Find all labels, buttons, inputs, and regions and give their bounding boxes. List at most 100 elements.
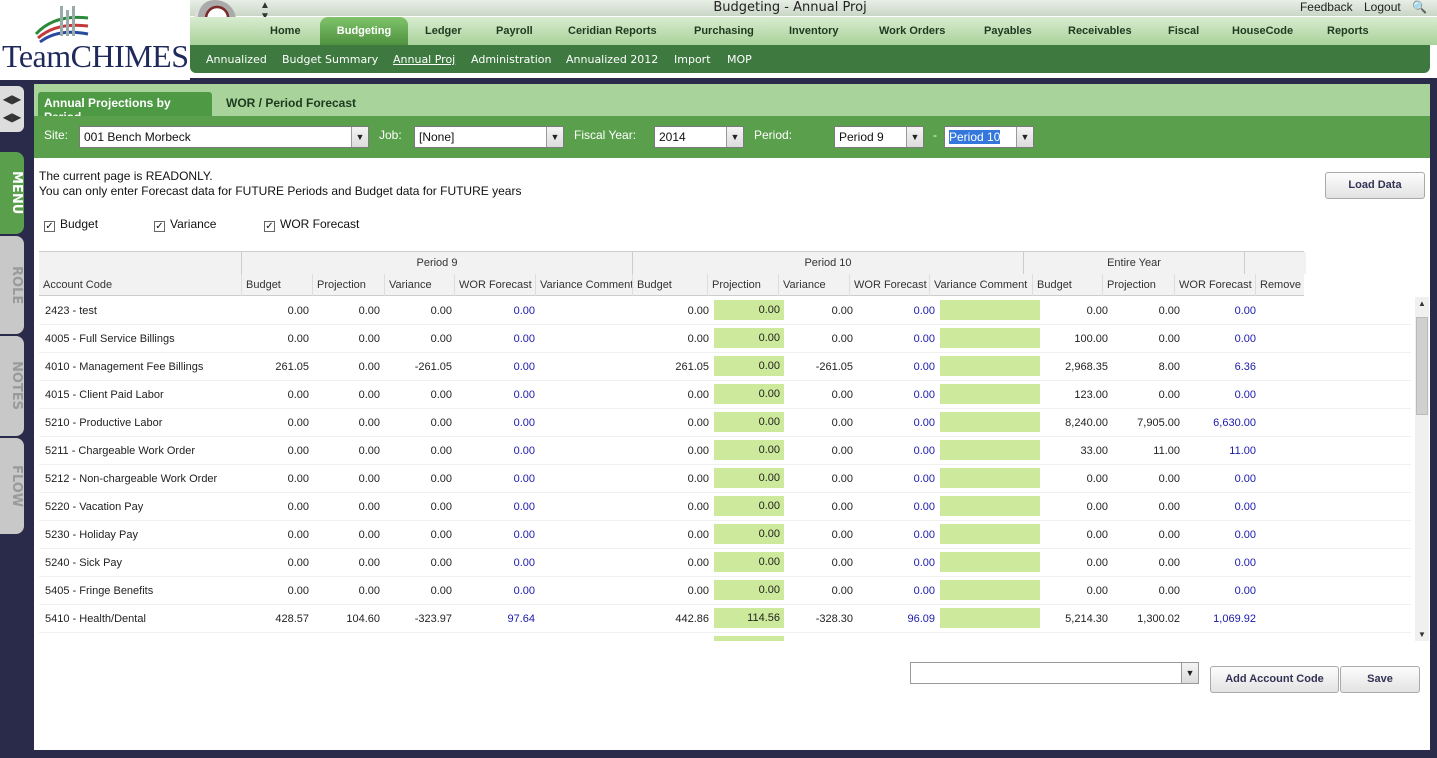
chevron-down-icon[interactable]: ▼ (546, 127, 563, 147)
variance-comment-input[interactable] (940, 524, 1040, 544)
subnav-annualized[interactable]: Annualized (206, 53, 267, 66)
search-icon[interactable]: 🔍 (1412, 0, 1427, 14)
subnav-mop[interactable]: MOP (727, 53, 752, 66)
table-row[interactable]: 4010 - Management Fee Billings 261.05 0.00… (39, 353, 1411, 381)
column-header[interactable]: Budget (1032, 274, 1102, 296)
scroll-down-icon[interactable]: ▼ (1415, 630, 1429, 639)
column-header[interactable]: Remove (1255, 274, 1305, 296)
nav-ceridian-reports[interactable]: Ceridian Reports (568, 25, 657, 37)
variance-checkbox[interactable]: ✓ Variance (154, 217, 216, 232)
projection-input[interactable]: 0.00 (714, 524, 784, 544)
column-header[interactable]: Account Code (39, 274, 241, 296)
variance-comment-input[interactable] (940, 496, 1040, 516)
side-tab-menu[interactable]: MENU (0, 152, 24, 234)
add-account-code-button[interactable]: Add Account Code (1210, 666, 1339, 693)
side-tab-flow[interactable]: FLOW (0, 438, 24, 534)
variance-comment-input[interactable] (940, 552, 1040, 572)
column-header[interactable]: Projection (1102, 274, 1174, 296)
projection-input[interactable]: 0.00 (714, 300, 784, 320)
tab-annual-projections[interactable]: Annual Projections by Period (38, 92, 212, 124)
variance-comment-input[interactable] (940, 468, 1040, 488)
nav-ledger[interactable]: Ledger (425, 25, 462, 37)
tab-wor-forecast[interactable]: WOR / Period Forecast (226, 96, 356, 110)
nav-purchasing[interactable]: Purchasing (694, 25, 754, 37)
subnav-annual-proj[interactable]: Annual Proj (393, 53, 455, 66)
load-data-button[interactable]: Load Data (1325, 172, 1425, 199)
subnav-import[interactable]: Import (674, 53, 711, 66)
column-header[interactable]: Variance Comment (929, 274, 1032, 296)
account-code-select[interactable]: ▼ (910, 662, 1199, 684)
side-tab-notes[interactable]: NOTES (0, 336, 24, 436)
scroll-up-icon[interactable]: ▲ (1415, 299, 1429, 308)
projection-input[interactable]: 0.00 (714, 328, 784, 348)
column-header[interactable]: Variance (384, 274, 454, 296)
table-row[interactable]: 5230 - Holiday Pay 0.00 0.00 0.00 0.00 0.00 0.… (39, 521, 1411, 549)
chevron-down-icon[interactable]: ▼ (906, 127, 923, 147)
nav-receivables[interactable]: Receivables (1068, 25, 1132, 37)
table-row[interactable]: 2423 - test 0.00 0.00 0.00 0.00 0.00 0.00 0.00 0… (39, 297, 1411, 325)
variance-comment-input[interactable] (940, 440, 1040, 460)
variance-comment-input[interactable] (940, 328, 1040, 348)
column-header[interactable]: WOR Forecast (849, 274, 929, 296)
projection-input[interactable] (714, 636, 784, 641)
feedback-link[interactable]: Feedback (1300, 0, 1353, 14)
period-from-select[interactable]: Period 9 ▼ (834, 126, 924, 148)
table-row[interactable]: 5405 - Fringe Benefits 0.00 0.00 0.00 0.00 0.… (39, 577, 1411, 605)
table-row[interactable]: 5410 - Health/Dental 428.57 104.60 -323.97 9… (39, 605, 1411, 633)
nav-inventory[interactable]: Inventory (789, 25, 839, 37)
table-row[interactable]: 5240 - Sick Pay 0.00 0.00 0.00 0.00 0.00 0.00 0… (39, 549, 1411, 577)
chevron-down-icon[interactable]: ▼ (726, 127, 743, 147)
checkmark-icon[interactable]: ✓ (264, 221, 275, 232)
table-row[interactable]: 5212 - Non-chargeable Work Order 0.00 0.00… (39, 465, 1411, 493)
table-row[interactable]: 4005 - Full Service Billings 0.00 0.00 0.00… (39, 325, 1411, 353)
variance-comment-input[interactable] (940, 356, 1040, 376)
chevron-down-icon[interactable]: ▼ (1016, 127, 1033, 147)
table-row[interactable]: 5210 - Productive Labor 0.00 0.00 0.00 0.00 0… (39, 409, 1411, 437)
nav-fiscal[interactable]: Fiscal (1168, 25, 1199, 37)
wor-forecast-checkbox[interactable]: ✓ WOR Forecast (264, 217, 359, 232)
nav-payroll[interactable]: Payroll (496, 25, 533, 37)
fiscal-year-select[interactable]: 2014 ▼ (654, 126, 744, 148)
variance-comment-input[interactable] (940, 384, 1040, 404)
chevron-down-icon[interactable]: ▼ (351, 127, 368, 147)
column-header[interactable]: Variance Comment (535, 274, 633, 296)
subnav-administration[interactable]: Administration (471, 53, 552, 66)
table-row[interactable]: 5211 - Chargeable Work Order 0.00 0.00 0.00… (39, 437, 1411, 465)
nav-work-orders[interactable]: Work Orders (879, 25, 945, 37)
checkmark-icon[interactable]: ✓ (154, 221, 165, 232)
job-select[interactable]: [None] ▼ (414, 126, 564, 148)
chevron-down-icon[interactable]: ▼ (1181, 663, 1198, 683)
projection-input[interactable]: 0.00 (714, 580, 784, 600)
projection-input[interactable]: 0.00 (714, 468, 784, 488)
variance-comment-input[interactable] (940, 412, 1040, 432)
subnav-annualized-2012[interactable]: Annualized 2012 (566, 53, 658, 66)
variance-comment-input[interactable] (940, 580, 1040, 600)
projection-input[interactable]: 0.00 (714, 384, 784, 404)
save-button[interactable]: Save (1340, 666, 1420, 693)
projection-input[interactable]: 0.00 (714, 356, 784, 376)
nav-payables[interactable]: Payables (984, 25, 1032, 37)
site-select[interactable]: 001 Bench Morbeck ▼ (79, 126, 369, 148)
column-header[interactable]: Projection (707, 274, 778, 296)
column-header[interactable]: WOR Forecast (1174, 274, 1255, 296)
nav-reports[interactable]: Reports (1327, 25, 1369, 37)
column-header[interactable]: Budget (241, 274, 312, 296)
variance-comment-input[interactable] (940, 300, 1040, 320)
subnav-budget-summary[interactable]: Budget Summary (282, 53, 378, 66)
column-header[interactable]: WOR Forecast (454, 274, 535, 296)
projection-input[interactable]: 0.00 (714, 440, 784, 460)
table-row[interactable]: 5220 - Vacation Pay 0.00 0.00 0.00 0.00 0.00 0… (39, 493, 1411, 521)
projection-input[interactable]: 114.56 (714, 608, 784, 628)
nav-housecode[interactable]: HouseCode (1232, 25, 1293, 37)
checkmark-icon[interactable]: ✓ (44, 221, 55, 232)
nav-budgeting[interactable]: Budgeting (320, 17, 408, 47)
column-header[interactable]: Variance (778, 274, 849, 296)
vertical-scrollbar[interactable]: ▲ ▼ (1415, 297, 1429, 641)
scrollbar-thumb[interactable] (1416, 317, 1428, 415)
column-header[interactable]: Budget (632, 274, 707, 296)
projection-input[interactable]: 0.00 (714, 552, 784, 572)
logout-link[interactable]: Logout (1364, 0, 1401, 14)
nav-home[interactable]: Home (270, 25, 301, 37)
side-tab-role[interactable]: ROLE (0, 236, 24, 334)
column-header[interactable]: Projection (312, 274, 384, 296)
